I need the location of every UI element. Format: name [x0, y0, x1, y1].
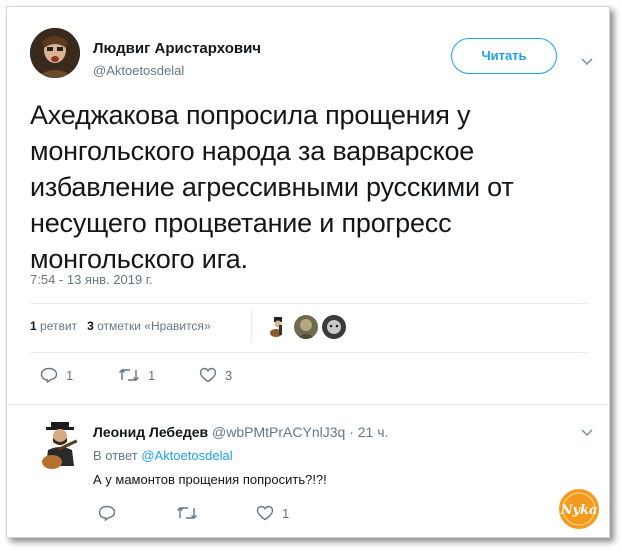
like-action[interactable]: 3	[199, 367, 232, 383]
divider	[8, 404, 608, 405]
reply-author-handle[interactable]: @wbPMtPrACYnlJ3q	[212, 424, 345, 440]
divider	[30, 352, 589, 353]
reply-text: А у мамонтов прощения попросить?!?!	[93, 472, 327, 487]
likes-stat[interactable]: 3 отметки «Нравится»	[87, 319, 211, 333]
chevron-down-icon[interactable]	[580, 57, 594, 67]
reply-author-name[interactable]: Леонид Лебедев	[93, 424, 208, 440]
like-icon	[256, 505, 274, 521]
retweets-count: 1	[30, 319, 37, 333]
like-action[interactable]: 1	[256, 505, 289, 521]
watermark-logo: Nyka	[558, 488, 600, 530]
retweet-action[interactable]	[176, 505, 206, 521]
retweets-label: ретвит	[40, 319, 78, 333]
chevron-down-icon[interactable]	[580, 428, 594, 438]
author-name[interactable]: Людвиг Аристархович	[93, 40, 261, 57]
retweet-icon	[176, 505, 198, 521]
reply-icon	[98, 505, 116, 521]
tweet-stats: 1 ретвит 3 отметки «Нравится»	[30, 319, 211, 333]
divider	[30, 303, 589, 304]
tweet-text: Ахеджакова попросила прощения у монгольс…	[30, 100, 514, 274]
retweet-action[interactable]: 1	[118, 367, 155, 383]
likes-label: отметки «Нравится»	[97, 319, 211, 333]
author-avatar[interactable]	[30, 28, 80, 78]
author-handle[interactable]: @Aktoetosdelal	[93, 63, 184, 78]
reply-action[interactable]	[98, 505, 124, 521]
follow-button[interactable]: Читать	[451, 38, 557, 74]
likes-count: 3	[87, 319, 94, 333]
reply-author-line: Леонид Лебедев @wbPMtPrACYnlJ3q · 21 ч.	[93, 424, 388, 440]
like-count: 1	[282, 505, 290, 521]
in-reply-to-label: В ответ	[93, 448, 138, 463]
retweet-icon	[118, 367, 140, 383]
reply-age[interactable]: · 21 ч.	[349, 424, 388, 440]
liker-avatar[interactable]	[266, 315, 290, 339]
reply-author-avatar[interactable]	[34, 420, 86, 472]
retweet-count: 1	[148, 367, 156, 383]
in-reply-to: В ответ @Aktoetosdelal	[93, 448, 233, 463]
tweet-timestamp[interactable]: 7:54 - 13 янв. 2019 г.	[30, 272, 153, 287]
stats-separator	[251, 310, 252, 342]
retweets-stat[interactable]: 1 ретвит	[30, 319, 77, 333]
in-reply-to-mention[interactable]: @Aktoetosdelal	[141, 448, 232, 463]
reply-action[interactable]: 1	[40, 367, 73, 383]
like-count: 3	[225, 367, 233, 383]
liker-avatar[interactable]	[322, 315, 346, 339]
like-icon	[199, 367, 217, 383]
reply-icon	[40, 367, 58, 383]
liker-avatar[interactable]	[294, 315, 318, 339]
reply-count: 1	[66, 367, 74, 383]
watermark-text: Nyka	[560, 503, 598, 518]
